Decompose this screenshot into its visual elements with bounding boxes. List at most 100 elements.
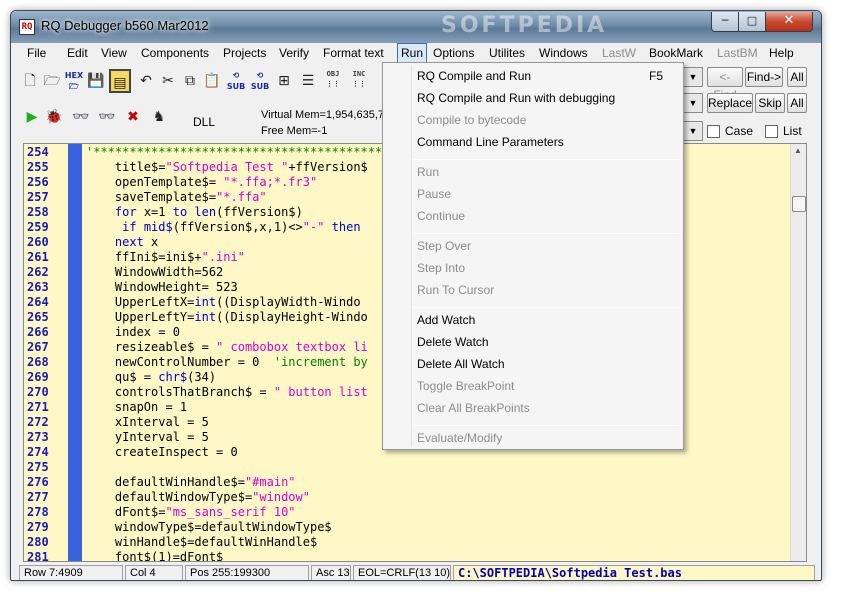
run-menu-step-into[interactable]: Step Into [417, 261, 465, 275]
code-line[interactable]: windowType$=defaultWindowType$ [86, 520, 332, 534]
line-number: 276 [27, 475, 49, 489]
find-dropdown-arrow[interactable]: ▼ [683, 67, 703, 87]
skip-button[interactable]: Skip [755, 93, 785, 113]
run-menu-evaluate-modify[interactable]: Evaluate/Modify [417, 431, 502, 445]
code-line[interactable]: index = 0 [86, 325, 180, 339]
code-line[interactable]: title$="Softpedia Test "+ffVersion$ [86, 160, 368, 174]
line-number: 259 [27, 220, 49, 234]
code-line[interactable]: '***************************************… [86, 145, 397, 159]
dll-label[interactable]: DLL [193, 115, 215, 129]
code-line[interactable]: yInterval = 5 [86, 430, 209, 444]
code-line[interactable]: defaultWindowType$="window" [86, 490, 310, 504]
find-next-button[interactable]: Find-> [745, 67, 783, 87]
code-line[interactable]: WindowWidth=562 [86, 265, 223, 279]
code-line[interactable]: for x=1 to len(ffVersion$) [86, 205, 303, 219]
list-checkbox[interactable] [765, 125, 778, 138]
run-menu-pause[interactable]: Pause [417, 187, 451, 201]
clear-watch-icon[interactable]: ✖ [121, 105, 145, 129]
menu-file[interactable]: File [23, 45, 50, 61]
menu-help[interactable]: Help [765, 45, 798, 61]
menu-run[interactable]: Run [397, 43, 428, 63]
menu-format-text[interactable]: Format text [319, 45, 388, 61]
menu-options[interactable]: Options [429, 45, 478, 61]
code-line[interactable]: snapOn = 1 [86, 400, 187, 414]
save-icon[interactable]: 💾 [85, 69, 107, 93]
options-dropdown-arrow[interactable]: ▼ [683, 121, 703, 141]
code-line[interactable]: dFont$="ms_sans_serif 10" [86, 505, 296, 519]
scroll-thumb[interactable] [792, 196, 806, 212]
code-line[interactable]: UpperLeftX=int((DisplayWidth-Windo [86, 295, 361, 309]
open-file-icon[interactable]: 🗁 [41, 69, 63, 93]
menu-lastw[interactable]: LastW [598, 45, 640, 61]
paste-icon[interactable]: 📋 [201, 69, 223, 93]
find-all-button[interactable]: All [787, 67, 807, 87]
cut-icon[interactable]: ✂ [157, 69, 179, 93]
code-line[interactable]: newControlNumber = 0 'increment by [86, 355, 368, 369]
code-line[interactable]: saveTemplate$="*.ffa" [86, 190, 267, 204]
run-menu-compile-to-bytecode[interactable]: Compile to bytecode [417, 113, 526, 127]
close-button[interactable]: ✕ [765, 12, 813, 32]
find-prev-button[interactable]: <-Find [707, 67, 743, 102]
run-menu-run-to-cursor[interactable]: Run To Cursor [417, 283, 494, 297]
maximize-button[interactable]: □ [738, 12, 766, 32]
case-checkbox[interactable] [707, 125, 720, 138]
undo-icon[interactable]: ↶ [135, 69, 157, 93]
code-line[interactable]: WindowHeight= 523 [86, 280, 238, 294]
code-line[interactable]: next x [86, 235, 158, 249]
run-menu-run[interactable]: Run [417, 165, 439, 179]
menu-view[interactable]: View [97, 45, 131, 61]
code-line[interactable]: if mid$(ffVersion$,x,1)<>"-" then [86, 220, 360, 234]
menu-projects[interactable]: Projects [219, 45, 270, 61]
code-line[interactable]: defaultWinHandle$="#main" [86, 475, 296, 489]
code-line[interactable]: font$(1)=dFont$ [86, 550, 223, 561]
run-menu-command-line-parameters[interactable]: Command Line Parameters [417, 135, 564, 149]
code-line[interactable]: ffIni$=ini$+".ini" [86, 250, 245, 264]
obj-icon[interactable]: OBJ ⋮⋮ [321, 69, 345, 93]
breakpoint-bar[interactable] [68, 144, 82, 561]
vertical-scrollbar[interactable]: ▲ [790, 144, 806, 561]
minimize-button[interactable]: ─ [711, 12, 739, 32]
menu-edit[interactable]: Edit [63, 45, 92, 61]
code-line[interactable]: openTemplate$= "*.ffa;*.fr3" [86, 175, 317, 189]
inc-icon[interactable]: INC ⋮⋮ [347, 69, 371, 93]
run-menu-delete-watch[interactable]: Delete Watch [417, 335, 489, 349]
code-line[interactable]: createInspect = 0 [86, 445, 238, 459]
menu-verify[interactable]: Verify [275, 45, 313, 61]
run-icon[interactable]: ▶ [21, 105, 43, 129]
code-line[interactable]: winHandle$=defaultWinHandle$ [86, 535, 317, 549]
list-icon[interactable]: ☰ [297, 69, 319, 93]
menu-components[interactable]: Components [137, 45, 213, 61]
remove-watch-icon[interactable]: 👓 [95, 105, 119, 129]
menu-utilites[interactable]: Utilites [485, 45, 529, 61]
sub2-icon[interactable]: ⟲ SUB [249, 69, 271, 93]
replace-button[interactable]: Replace [707, 93, 753, 113]
boxed-page-icon[interactable]: ▤ [109, 69, 131, 93]
copy-icon[interactable]: ⧉ [179, 69, 201, 93]
line-number: 266 [27, 325, 49, 339]
run-menu-add-watch[interactable]: Add Watch [417, 313, 475, 327]
sub-icon[interactable]: ⟲ SUB [225, 69, 247, 93]
new-file-icon[interactable]: 🗋 [19, 69, 41, 93]
hex-open-icon[interactable]: HEX 🗁 [63, 69, 85, 93]
code-line[interactable]: UpperLeftY=int((DisplayHeight-Windo [86, 310, 368, 324]
tree-icon[interactable]: ⊞ [273, 69, 295, 93]
code-line[interactable]: xInterval = 5 [86, 415, 209, 429]
bug-icon[interactable]: 🐞 [43, 105, 65, 129]
run-menu-toggle-breakpoint[interactable]: Toggle BreakPoint [417, 379, 514, 393]
run-menu-rq-compile-and-run[interactable]: RQ Compile and Run [417, 69, 531, 83]
horse-icon[interactable]: ♞ [147, 105, 171, 129]
add-watch-icon[interactable]: 👓 [69, 105, 93, 129]
scroll-up-icon[interactable]: ▲ [794, 146, 802, 155]
replace-dropdown-arrow[interactable]: ▼ [683, 93, 703, 113]
run-menu-rq-compile-and-run-with-debugging[interactable]: RQ Compile and Run with debugging [417, 91, 615, 105]
run-menu-step-over[interactable]: Step Over [417, 239, 471, 253]
run-menu-continue[interactable]: Continue [417, 209, 465, 223]
replace-all-button[interactable]: All [787, 93, 807, 113]
code-line[interactable]: qu$ = chr$(34) [86, 370, 216, 384]
menu-lastbm[interactable]: LastBM [713, 45, 762, 61]
menu-windows[interactable]: Windows [535, 45, 592, 61]
run-menu-clear-all-breakpoints[interactable]: Clear All BreakPoints [417, 401, 530, 415]
line-number: 269 [27, 370, 49, 384]
run-menu-delete-all-watch[interactable]: Delete All Watch [417, 357, 505, 371]
menu-bookmark[interactable]: BookMark [645, 45, 707, 61]
